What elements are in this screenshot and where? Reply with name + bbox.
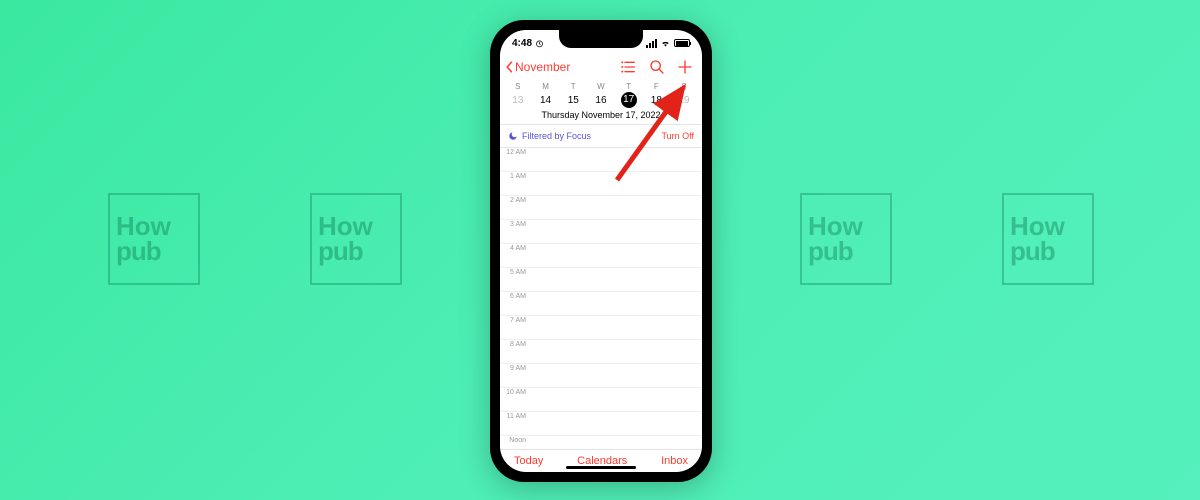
plus-icon <box>677 59 693 75</box>
hour-label: 1 AM <box>500 172 528 180</box>
weekday-head: S <box>504 82 531 91</box>
list-icon <box>621 59 637 75</box>
hour-label: 5 AM <box>500 268 528 276</box>
day-cell[interactable]: 19 <box>670 95 697 106</box>
day-cell[interactable]: 16 <box>587 95 614 106</box>
phone-frame: 4:48 November S <box>490 20 712 482</box>
hour-label: 8 AM <box>500 340 528 348</box>
chevron-left-icon <box>504 61 514 73</box>
back-button[interactable]: November <box>504 60 570 74</box>
list-view-button[interactable] <box>620 58 638 76</box>
hour-row[interactable]: 10 AM <box>500 388 702 412</box>
back-label: November <box>515 60 570 74</box>
hour-row[interactable]: 5 AM <box>500 268 702 292</box>
hour-row[interactable]: 8 AM <box>500 340 702 364</box>
weekday-head: W <box>587 82 614 91</box>
moon-icon <box>508 131 518 141</box>
weekday-head: M <box>532 82 559 91</box>
hour-label: 6 AM <box>500 292 528 300</box>
hour-row[interactable]: 3 AM <box>500 220 702 244</box>
weekday-head: T <box>560 82 587 91</box>
hour-label: 3 AM <box>500 220 528 228</box>
alarm-icon <box>535 39 544 48</box>
hour-label: 10 AM <box>500 388 528 396</box>
hour-row[interactable]: 2 AM <box>500 196 702 220</box>
hour-label: 12 AM <box>500 148 528 156</box>
hour-row[interactable]: 4 AM <box>500 244 702 268</box>
top-nav: November <box>500 52 702 78</box>
day-cell[interactable]: 18 <box>643 95 670 106</box>
selected-date-label: Thursday November 17, 2022 <box>500 110 702 125</box>
hour-row[interactable]: 6 AM <box>500 292 702 316</box>
hour-label: 11 AM <box>500 412 528 420</box>
hour-label: 2 AM <box>500 196 528 204</box>
signal-icon <box>646 39 657 48</box>
focus-filter-row: Filtered by Focus Turn Off <box>500 125 702 148</box>
watermark: Howpub <box>108 193 200 285</box>
hour-row[interactable]: 9 AM <box>500 364 702 388</box>
day-cell[interactable]: 15 <box>560 95 587 106</box>
hour-row[interactable]: 11 AM <box>500 412 702 436</box>
search-button[interactable] <box>648 58 666 76</box>
add-event-button[interactable] <box>676 58 694 76</box>
focus-filter-label: Filtered by Focus <box>508 131 591 141</box>
hour-row[interactable]: 1 AM <box>500 172 702 196</box>
hour-label: 7 AM <box>500 316 528 324</box>
weekday-head: S <box>670 82 697 91</box>
day-cell[interactable]: 13 <box>504 95 531 106</box>
home-indicator[interactable] <box>566 466 636 469</box>
watermark: Howpub <box>1002 193 1094 285</box>
day-cell-selected[interactable]: 17 <box>621 92 637 108</box>
weekday-head: F <box>643 82 670 91</box>
wifi-icon <box>660 39 671 47</box>
notch <box>559 30 643 48</box>
hour-grid[interactable]: 12 AM 1 AM 2 AM 3 AM 4 AM 5 AM 6 AM 7 AM 8 AM 9 A… <box>500 148 702 449</box>
turn-off-focus-button[interactable]: Turn Off <box>661 131 694 141</box>
search-icon <box>649 59 665 75</box>
hour-label: 9 AM <box>500 364 528 372</box>
phone-screen: 4:48 November S <box>500 30 702 472</box>
hour-label: 4 AM <box>500 244 528 252</box>
hour-row[interactable]: Noon <box>500 436 702 449</box>
hour-row[interactable]: 7 AM <box>500 316 702 340</box>
today-button[interactable]: Today <box>514 455 543 467</box>
status-time: 4:48 <box>512 38 532 49</box>
week-days-row: 13141516 17 1819 <box>500 92 702 110</box>
day-cell[interactable]: 14 <box>532 95 559 106</box>
weekday-head: T <box>615 82 642 91</box>
watermark: Howpub <box>310 193 402 285</box>
inbox-button[interactable]: Inbox <box>661 455 688 467</box>
hour-label: Noon <box>500 436 528 444</box>
battery-icon <box>674 39 690 47</box>
weekday-header: SMTWTFS <box>500 78 702 92</box>
hour-row[interactable]: 12 AM <box>500 148 702 172</box>
watermark: Howpub <box>800 193 892 285</box>
